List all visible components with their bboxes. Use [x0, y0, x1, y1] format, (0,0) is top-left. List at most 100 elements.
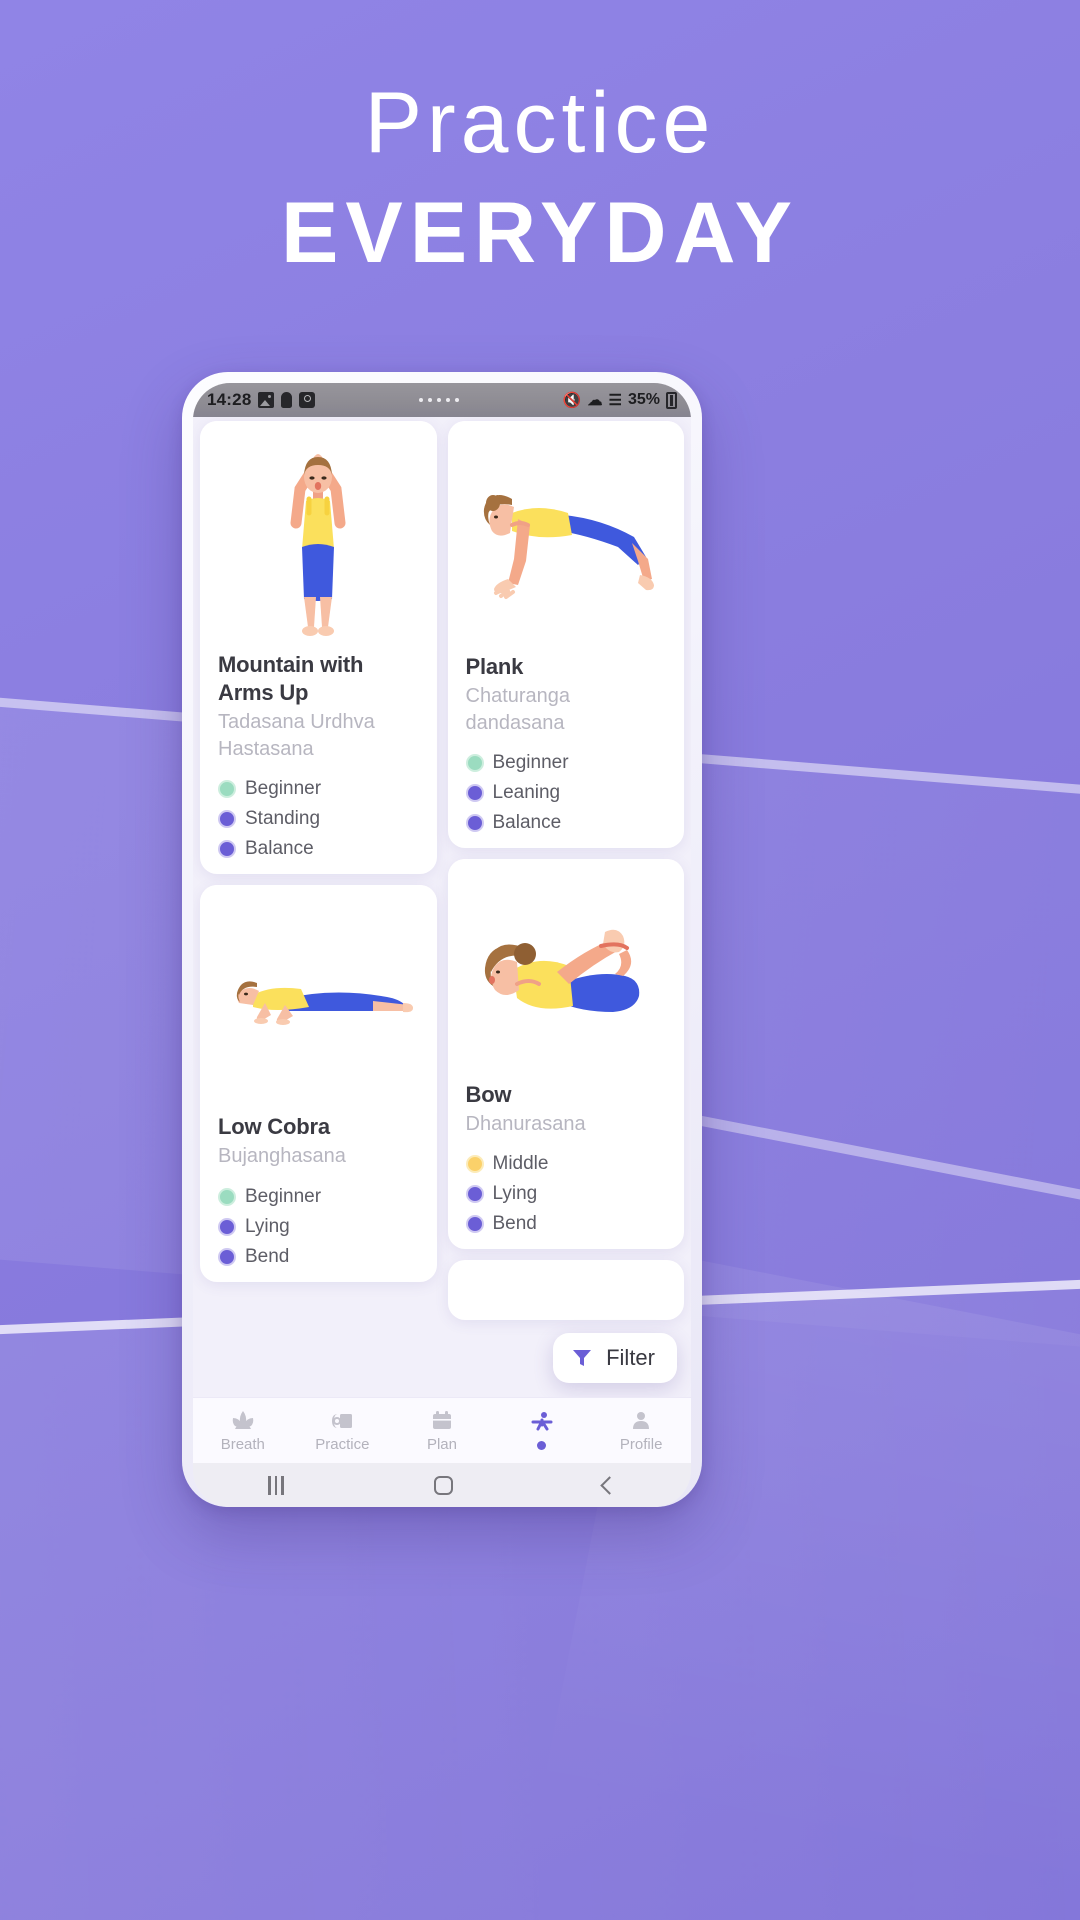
- tag-label: Balance: [492, 811, 562, 833]
- pose-card-low-cobra[interactable]: Low Cobra Bujanghasana Beginner Lying Be…: [200, 885, 437, 1282]
- pose-tag: Bend: [465, 1213, 667, 1235]
- filter-button[interactable]: Filter: [553, 1333, 677, 1383]
- pose-tag: Standing: [218, 808, 419, 830]
- pose-title: Plank: [465, 654, 524, 679]
- pose-tag: Lying: [218, 1216, 419, 1238]
- status-bar-clock: 14:28: [207, 390, 252, 409]
- signal-icon: ☰: [608, 391, 622, 409]
- pose-tag: Lying: [465, 1183, 667, 1205]
- nav-item-profile[interactable]: Profile: [591, 1409, 691, 1452]
- pose-card-plank[interactable]: Plank Chaturanga dandasana Beginner Lean…: [447, 421, 685, 848]
- wifi-icon: ☁: [587, 391, 603, 409]
- tag-dot-icon: [465, 753, 484, 772]
- lotus-icon: [232, 1411, 254, 1429]
- battery-percent: 35%: [627, 391, 660, 408]
- tag-dot-icon: [465, 1215, 484, 1234]
- person-icon: [281, 392, 293, 408]
- yoga-mat-icon: [332, 1414, 353, 1428]
- tag-label: Lying: [492, 1183, 538, 1205]
- pose-tag-list: Beginner Leaning Balance: [465, 751, 667, 834]
- nav-item-poses[interactable]: [492, 1411, 592, 1450]
- nav-label: Practice: [315, 1436, 370, 1453]
- nav-label: Breath: [220, 1436, 265, 1453]
- pose-tag-list: Beginner Standing Balance: [218, 778, 419, 860]
- pose-sanskrit-name: Tadasana Urdhva Hastasana: [218, 711, 375, 760]
- nav-item-breath[interactable]: Breath: [193, 1409, 293, 1452]
- plank-pose-illustration: [447, 421, 684, 653]
- tag-dot-icon: [465, 1155, 484, 1174]
- nav-item-practice[interactable]: Practice: [293, 1409, 393, 1452]
- tag-dot-icon: [465, 813, 484, 832]
- pose-sanskrit-name: Dhanurasana: [465, 1113, 586, 1136]
- pose-title: Bow: [465, 1081, 512, 1107]
- phone-screen: 14:28 🔇 ☁ ☰ 35% Mountain with Arms Up Ta…: [193, 383, 691, 1507]
- pose-title: Mountain with Arms Up: [218, 652, 364, 706]
- tag-label: Standing: [245, 808, 321, 830]
- promo-headline: Practice EVERYDAY: [0, 78, 1080, 288]
- tag-dot-icon: [218, 1217, 236, 1236]
- status-bar-right: 🔇 ☁ ☰ 35%: [563, 391, 677, 409]
- pose-tag-list: Beginner Lying Bend: [218, 1186, 419, 1268]
- pose-card-body: Low Cobra Bujanghasana Beginner Lying Be…: [200, 1113, 437, 1268]
- headline-line-2: EVERYDAY: [280, 185, 800, 282]
- bow-pose-illustration: [447, 858, 684, 1081]
- pose-sanskrit-name: Bujanghasana: [218, 1145, 346, 1168]
- tag-dot-icon: [218, 840, 236, 859]
- tag-dot-icon: [465, 783, 484, 802]
- low-cobra-pose-illustration: [200, 885, 437, 1114]
- tag-dot-icon: [218, 810, 236, 829]
- tag-label: Lying: [245, 1215, 290, 1237]
- bottom-navigation-bar: Breath Practice Plan Profile: [193, 1397, 691, 1463]
- pose-tag: Beginner: [218, 1186, 419, 1208]
- tag-label: Beginner: [245, 1185, 322, 1207]
- person-icon: [633, 1412, 650, 1429]
- pose-tag: Balance: [465, 811, 667, 834]
- status-bar-left: 14:28: [207, 390, 316, 410]
- tag-label: Beginner: [492, 751, 569, 773]
- pose-card-mountain[interactable]: Mountain with Arms Up Tadasana Urdhva Ha…: [200, 421, 437, 875]
- notification-dots: [315, 398, 562, 402]
- pose-sanskrit-name: Chaturanga dandasana: [465, 685, 571, 734]
- pose-tag: Balance: [218, 838, 419, 860]
- pose-tag: Beginner: [465, 751, 667, 774]
- headline-line-1: Practice: [364, 75, 716, 171]
- tag-label: Bend: [245, 1245, 290, 1267]
- tag-label: Beginner: [245, 778, 322, 800]
- nav-item-plan[interactable]: Plan: [392, 1409, 492, 1452]
- pose-tag: Beginner: [218, 778, 419, 800]
- pose-title: Low Cobra: [218, 1114, 330, 1140]
- yoga-figure-icon: [531, 1412, 553, 1431]
- nav-label: Plan: [426, 1436, 457, 1453]
- tag-dot-icon: [218, 1187, 236, 1206]
- home-button[interactable]: [433, 1475, 453, 1495]
- phone-mockup: 14:28 🔇 ☁ ☰ 35% Mountain with Arms Up Ta…: [182, 372, 702, 1507]
- tag-dot-icon: [218, 1247, 236, 1266]
- pose-list-screen[interactable]: Mountain with Arms Up Tadasana Urdhva Ha…: [193, 417, 691, 1397]
- tag-label: Leaning: [492, 781, 561, 803]
- tag-label: Balance: [245, 838, 314, 860]
- pose-grid: Mountain with Arms Up Tadasana Urdhva Ha…: [200, 421, 684, 1397]
- pose-tag-list: Middle Lying Bend: [465, 1153, 667, 1235]
- pose-card-body: Plank Chaturanga dandasana Beginner Lean…: [448, 653, 685, 834]
- tag-dot-icon: [218, 780, 236, 799]
- calendar-icon: [432, 1411, 451, 1429]
- tag-dot-icon: [465, 1185, 484, 1204]
- tag-label: Bend: [492, 1213, 537, 1235]
- back-button[interactable]: [600, 1475, 619, 1495]
- active-indicator-dot: [537, 1441, 547, 1450]
- status-bar: 14:28 🔇 ☁ ☰ 35%: [193, 383, 691, 417]
- pose-card-body: Mountain with Arms Up Tadasana Urdhva Ha…: [200, 651, 437, 860]
- android-system-nav: [193, 1463, 691, 1507]
- pose-grid-column-left: Mountain with Arms Up Tadasana Urdhva Ha…: [200, 421, 437, 1397]
- battery-charging-icon: [666, 391, 677, 409]
- recents-button[interactable]: [268, 1475, 284, 1495]
- mountain-pose-illustration: [200, 421, 437, 651]
- clock-icon: [299, 392, 316, 408]
- pose-tag: Leaning: [465, 781, 667, 804]
- funnel-icon: [573, 1350, 592, 1366]
- pose-card-bow[interactable]: Bow Dhanurasana Middle Lying Bend: [447, 858, 684, 1250]
- filter-button-label: Filter: [606, 1345, 655, 1370]
- nav-label: Profile: [619, 1436, 663, 1453]
- pose-tag: Middle: [465, 1153, 667, 1175]
- pose-card-next-partial[interactable]: [447, 1260, 684, 1321]
